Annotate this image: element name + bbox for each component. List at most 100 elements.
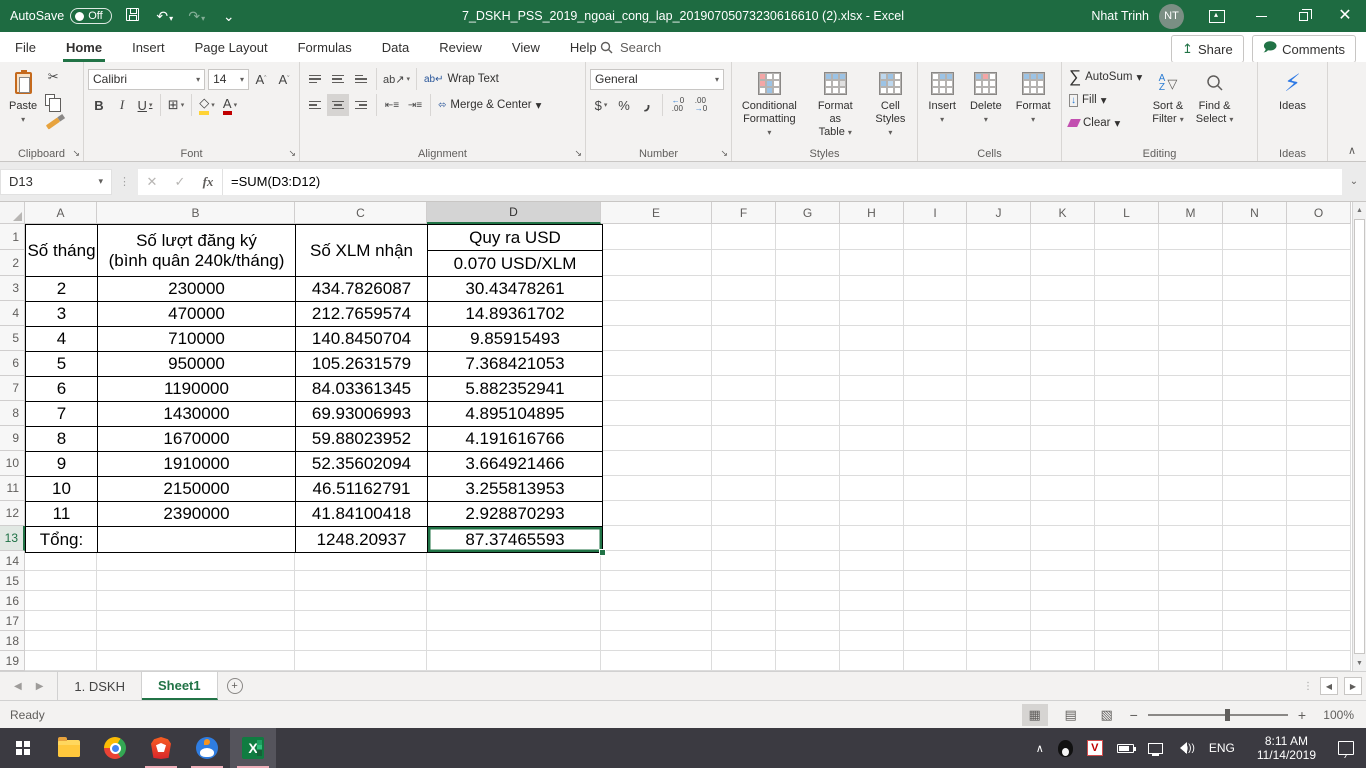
cell-G15[interactable] <box>776 571 840 591</box>
bold-button[interactable]: B <box>88 94 110 116</box>
cell-B17[interactable] <box>97 611 295 631</box>
cell-D10[interactable]: 3.664921466 <box>428 452 602 477</box>
cell-E1[interactable] <box>601 224 712 250</box>
row-header-10[interactable]: 10 <box>0 451 25 476</box>
cell-O15[interactable] <box>1287 571 1351 591</box>
column-header-H[interactable]: H <box>840 202 904 224</box>
cell-A10[interactable]: 9 <box>26 452 98 477</box>
cell-I17[interactable] <box>904 611 967 631</box>
cell-A13[interactable]: Tổng: <box>26 527 98 552</box>
cell-I6[interactable] <box>904 351 967 376</box>
cell-K5[interactable] <box>1031 326 1095 351</box>
cell-C9[interactable]: 59.88023952 <box>296 427 428 452</box>
zoom-level[interactable]: 100% <box>1316 708 1354 722</box>
cell-O4[interactable] <box>1287 301 1351 326</box>
cell-F4[interactable] <box>712 301 776 326</box>
cell-A4[interactable]: 3 <box>26 302 98 327</box>
wrap-text-button[interactable]: ab↵Wrap Text <box>421 68 502 90</box>
cell-I9[interactable] <box>904 426 967 451</box>
cell-C10[interactable]: 52.35602094 <box>296 452 428 477</box>
start-button[interactable] <box>0 728 46 768</box>
cell-B15[interactable] <box>97 571 295 591</box>
cell-A14[interactable] <box>25 551 97 571</box>
cell-C18[interactable] <box>295 631 427 651</box>
sheet-tab-dskh[interactable]: 1. DSKH <box>58 672 142 700</box>
cancel-entry-button[interactable]: ✕ <box>138 174 166 190</box>
cell-A8[interactable]: 7 <box>26 402 98 427</box>
autosave-toggle[interactable]: AutoSave Off <box>10 8 112 24</box>
cell-C13[interactable]: 1248.20937 <box>296 527 428 552</box>
column-header-C[interactable]: C <box>295 202 427 224</box>
cell-F11[interactable] <box>712 476 776 501</box>
tab-view[interactable]: View <box>497 32 555 62</box>
column-header-F[interactable]: F <box>712 202 776 224</box>
increase-indent-button[interactable]: ⇥≡ <box>404 94 426 116</box>
cell-F18[interactable] <box>712 631 776 651</box>
autosum-button[interactable]: ∑AutoSum▾ <box>1066 66 1145 88</box>
cell-D8[interactable]: 4.895104895 <box>428 402 602 427</box>
redo-button[interactable]: ↷▾ <box>186 8 208 25</box>
close-button[interactable]: ✕ <box>1324 0 1366 32</box>
cell-D12[interactable]: 2.928870293 <box>428 502 602 527</box>
cell-B12[interactable]: 2390000 <box>98 502 296 527</box>
cell-D2[interactable]: 0.070 USD/XLM <box>428 251 602 277</box>
cell-N11[interactable] <box>1223 476 1287 501</box>
accounting-format-button[interactable]: $▾ <box>590 94 612 116</box>
new-sheet-button[interactable]: + <box>218 672 252 700</box>
cell-C8[interactable]: 69.93006993 <box>296 402 428 427</box>
excel-taskbar-button[interactable]: X <box>230 728 276 768</box>
cell-F12[interactable] <box>712 501 776 526</box>
comments-button[interactable]: 🗩Comments <box>1252 35 1356 63</box>
align-middle-button[interactable] <box>327 68 349 90</box>
formula-bar-expand-button[interactable]: ⌄ <box>1342 169 1366 195</box>
cell-J5[interactable] <box>967 326 1031 351</box>
underline-button[interactable]: U▾ <box>134 94 156 116</box>
action-center-button[interactable] <box>1331 728 1366 768</box>
cell-H18[interactable] <box>840 631 904 651</box>
cell-D1[interactable]: Quy ra USD <box>428 225 602 251</box>
cell-M7[interactable] <box>1159 376 1223 401</box>
cell-B10[interactable]: 1910000 <box>98 452 296 477</box>
cell-L12[interactable] <box>1095 501 1159 526</box>
cell-N9[interactable] <box>1223 426 1287 451</box>
decrease-font-button[interactable]: Aˇ <box>273 68 295 90</box>
cell-O10[interactable] <box>1287 451 1351 476</box>
cell-J10[interactable] <box>967 451 1031 476</box>
scroll-right-button[interactable]: ▶ <box>1344 677 1362 695</box>
cell-M8[interactable] <box>1159 401 1223 426</box>
cell-L2[interactable] <box>1095 250 1159 276</box>
cell-O5[interactable] <box>1287 326 1351 351</box>
cell-G3[interactable] <box>776 276 840 301</box>
cell-N19[interactable] <box>1223 651 1287 671</box>
cell-D4[interactable]: 14.89361702 <box>428 302 602 327</box>
next-sheet-button[interactable]: ▶ <box>36 681 44 692</box>
cell-K18[interactable] <box>1031 631 1095 651</box>
cell-I5[interactable] <box>904 326 967 351</box>
cell-C15[interactable] <box>295 571 427 591</box>
cell-F2[interactable] <box>712 250 776 276</box>
cell-L5[interactable] <box>1095 326 1159 351</box>
align-right-button[interactable] <box>350 94 372 116</box>
cell-I16[interactable] <box>904 591 967 611</box>
cell-L18[interactable] <box>1095 631 1159 651</box>
paste-button[interactable]: Paste ▾ <box>4 66 42 134</box>
cell-K17[interactable] <box>1031 611 1095 631</box>
cell-E19[interactable] <box>601 651 712 671</box>
cell-L13[interactable] <box>1095 526 1159 551</box>
format-cells-button[interactable]: Format ▾ <box>1011 66 1056 145</box>
cell-G17[interactable] <box>776 611 840 631</box>
collapse-ribbon-button[interactable]: ∧ <box>1348 144 1356 157</box>
alignment-dialog-launcher[interactable]: ↘ <box>574 148 582 159</box>
row-header-18[interactable]: 18 <box>0 631 25 651</box>
cell-H7[interactable] <box>840 376 904 401</box>
cell-F8[interactable] <box>712 401 776 426</box>
cell-L11[interactable] <box>1095 476 1159 501</box>
row-header-3[interactable]: 3 <box>0 276 25 301</box>
cell-O1[interactable] <box>1287 224 1351 250</box>
align-left-button[interactable] <box>304 94 326 116</box>
cell-F19[interactable] <box>712 651 776 671</box>
decrease-indent-button[interactable]: ⇤≡ <box>381 94 403 116</box>
orientation-button[interactable]: ab↗▾ <box>381 68 412 90</box>
cell-E5[interactable] <box>601 326 712 351</box>
cell-M11[interactable] <box>1159 476 1223 501</box>
